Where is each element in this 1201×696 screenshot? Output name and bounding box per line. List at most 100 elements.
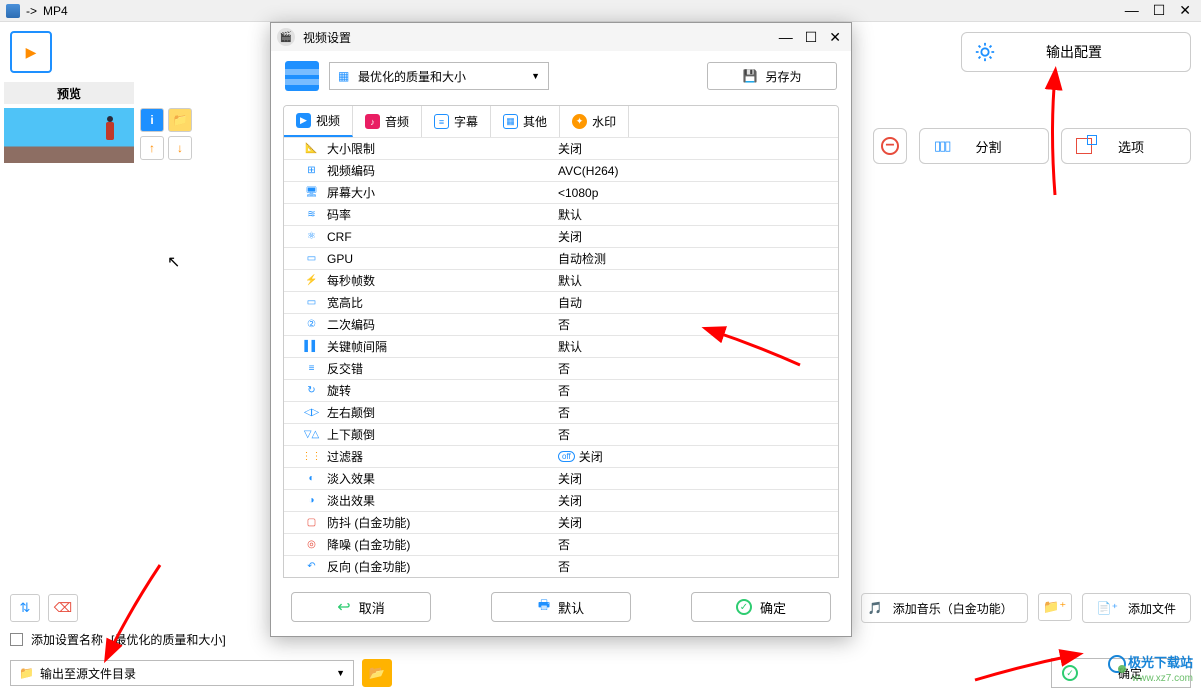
setting-row[interactable]: ⊞视频编码AVC(H264) — [284, 159, 838, 181]
setting-key: 反交错 — [327, 360, 363, 377]
setting-row[interactable]: ↻旋转否 — [284, 379, 838, 401]
audio-tab-icon: ♪ — [365, 114, 380, 129]
split-icon: ▯▯▯ — [934, 138, 949, 154]
setting-row[interactable]: ⚡每秒帧数默认 — [284, 269, 838, 291]
setting-icon: ↶ — [304, 559, 319, 574]
tab-audio-label: 音频 — [385, 113, 409, 130]
main-minimize-button[interactable]: — — [1121, 2, 1143, 19]
bottom-area: ⇅ ⌫ 🎵 添加音乐（白金功能） 📁⁺ 📄⁺ 添加文件 添加设置名称 [最优化的… — [0, 585, 1201, 696]
dialog-titlebar: 🎬 视频设置 — ☐ ✕ — [271, 23, 851, 51]
move-down-button[interactable]: ↓ — [168, 136, 192, 160]
setting-row[interactable]: ▽△上下颠倒否 — [284, 423, 838, 445]
dialog-close-button[interactable]: ✕ — [825, 29, 845, 46]
tab-audio[interactable]: ♪ 音频 — [353, 106, 422, 137]
add-settings-name-checkbox[interactable] — [10, 633, 23, 646]
options-label: 选项 — [1118, 137, 1144, 156]
setting-row[interactable]: ◎降噪 (白金功能)否 — [284, 533, 838, 555]
move-up-button[interactable]: ↑ — [140, 136, 164, 160]
tab-other-label: 其他 — [523, 113, 547, 130]
setting-key: 关键帧间隔 — [327, 338, 387, 355]
save-as-button[interactable]: 💾 另存为 — [707, 62, 837, 90]
setting-value: 关闭 — [558, 228, 582, 245]
setting-icon: 📐 — [304, 141, 319, 156]
setting-row[interactable]: ≡ 反交错 否 — [284, 357, 838, 379]
titlebar: -> MP4 — ☐ ✕ — [0, 0, 1201, 22]
setting-key: 二次编码 — [327, 316, 375, 333]
setting-value: 默认 — [558, 206, 582, 223]
browse-folder-button[interactable]: 📂 — [362, 659, 392, 687]
setting-row[interactable]: ↶反向 (白金功能)否 — [284, 555, 838, 577]
options-button[interactable]: 选项 — [1061, 128, 1191, 164]
setting-row[interactable]: ≋码率默认 — [284, 203, 838, 225]
add-file-button[interactable]: 📄⁺ 添加文件 — [1082, 593, 1191, 623]
video-format-icon[interactable] — [10, 31, 52, 73]
setting-row[interactable]: ⚛CRF关闭 — [284, 225, 838, 247]
setting-key: 上下颠倒 — [327, 426, 375, 443]
preview-header: 预览 — [4, 82, 134, 104]
video-thumbnail[interactable] — [4, 108, 134, 163]
setting-value: <1080p — [558, 186, 598, 200]
setting-icon: ⚛ — [304, 229, 319, 244]
setting-row[interactable]: ▌▌关键帧间隔默认 — [284, 335, 838, 357]
setting-key: 防抖 (白金功能) — [327, 514, 410, 531]
setting-value: 关闭 — [558, 514, 582, 531]
info-button[interactable]: i — [140, 108, 164, 132]
setting-row[interactable]: ⋮⋮过滤器off关闭 — [284, 445, 838, 467]
preview-header-label: 预览 — [57, 85, 81, 102]
output-dir-dropdown[interactable]: 📁 输出至源文件目录 ▼ — [10, 660, 354, 686]
open-folder-button[interactable]: 📁 — [168, 108, 192, 132]
setting-row[interactable]: ②二次编码否 — [284, 313, 838, 335]
add-folder-button[interactable]: 📁⁺ — [1038, 593, 1072, 621]
setting-icon: ⋮⋮ — [304, 449, 319, 464]
settings-panel: ▶视频 ♪音频 ≡字幕 ▦其他 ✦水印 📐大小限制关闭⊞视频编码AVC(H264… — [283, 105, 839, 578]
right-operations: − ▯▯▯ 分割 选项 — [873, 128, 1191, 164]
setting-row[interactable]: ▢防抖 (白金功能)关闭 — [284, 511, 838, 533]
setting-icon: ◑ — [304, 493, 319, 508]
setting-icon: ≡ — [304, 361, 319, 376]
setting-icon: ▌▌ — [304, 339, 319, 354]
main-maximize-button[interactable]: ☐ — [1149, 2, 1170, 19]
setting-value: 否 — [558, 536, 570, 553]
setting-key: 大小限制 — [327, 140, 375, 157]
main-confirm-button[interactable]: ✓ 确定 — [1051, 658, 1191, 688]
setting-row[interactable]: ◐淡入效果关闭 — [284, 467, 838, 489]
setting-value: 否 — [558, 316, 570, 333]
setting-row[interactable]: ◁▷左右颠倒否 — [284, 401, 838, 423]
output-config-button[interactable]: 输出配置 — [961, 32, 1191, 72]
setting-key: 宽高比 — [327, 294, 363, 311]
setting-value: 否 — [558, 404, 570, 421]
setting-row[interactable]: ▭GPU自动检测 — [284, 247, 838, 269]
setting-icon: ↻ — [304, 383, 319, 398]
setting-value: 关闭 — [579, 448, 603, 465]
setting-row[interactable]: 📐大小限制关闭 — [284, 137, 838, 159]
dialog-maximize-button[interactable]: ☐ — [801, 29, 822, 46]
subtitle-tab-icon: ≡ — [434, 114, 449, 129]
add-file-label: 添加文件 — [1128, 600, 1176, 617]
split-button[interactable]: ▯▯▯ 分割 — [919, 128, 1049, 164]
add-music-button[interactable]: 🎵 添加音乐（白金功能） — [861, 593, 1028, 623]
setting-row[interactable]: 🖥屏幕大小<1080p — [284, 181, 838, 203]
title-arrow: -> — [26, 4, 37, 18]
dialog-minimize-button[interactable]: — — [775, 29, 797, 46]
setting-key: 淡入效果 — [327, 470, 375, 487]
tab-other[interactable]: ▦其他 — [491, 106, 560, 137]
sort-button[interactable]: ⇅ — [10, 594, 40, 622]
setting-value: 关闭 — [558, 492, 582, 509]
setting-key: 码率 — [327, 206, 351, 223]
tab-video[interactable]: ▶视频 — [284, 106, 353, 137]
tab-watermark[interactable]: ✦水印 — [560, 106, 629, 137]
setting-row[interactable]: ▭宽高比自动 — [284, 291, 838, 313]
setting-value: 否 — [558, 360, 570, 377]
setting-key: 视频编码 — [327, 162, 375, 179]
preset-dropdown[interactable]: ▦ 最优化的质量和大小 ▼ — [329, 62, 549, 90]
chevron-down-icon: ▼ — [336, 668, 345, 678]
setting-key: 反向 (白金功能) — [327, 558, 410, 575]
setting-icon: ⚡ — [304, 273, 319, 288]
main-close-button[interactable]: ✕ — [1175, 2, 1195, 19]
setting-row[interactable]: ◑淡出效果关闭 — [284, 489, 838, 511]
remove-button[interactable]: − — [873, 128, 907, 164]
tab-watermark-label: 水印 — [592, 113, 616, 130]
setting-icon: ⊞ — [304, 163, 319, 178]
tab-subtitle[interactable]: ≡字幕 — [422, 106, 491, 137]
delete-button[interactable]: ⌫ — [48, 594, 78, 622]
